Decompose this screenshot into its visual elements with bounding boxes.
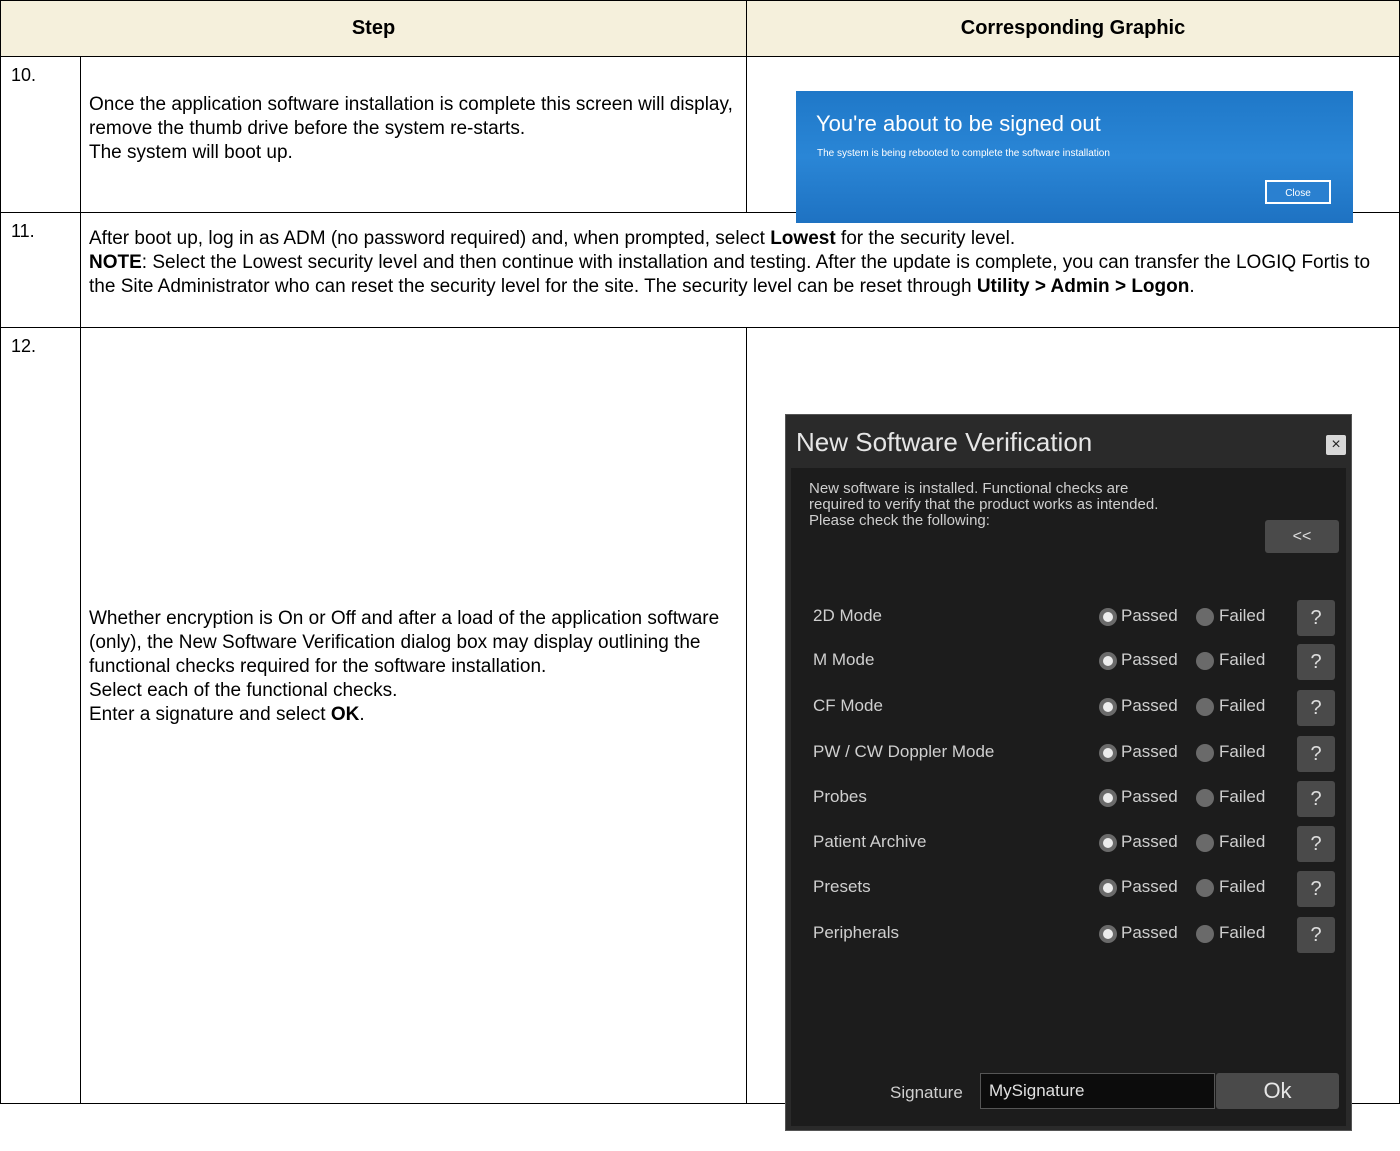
check-label: Probes — [813, 787, 867, 806]
step-text: Once the application software installati… — [89, 94, 733, 139]
passed-radio[interactable] — [1099, 744, 1117, 762]
passed-radio[interactable] — [1099, 789, 1117, 807]
check-label: 2D Mode — [813, 606, 882, 625]
check-label: M Mode — [813, 650, 875, 669]
failed-label: Failed — [1219, 696, 1266, 715]
close-icon[interactable]: × — [1326, 435, 1346, 455]
passed-radio[interactable] — [1099, 834, 1117, 852]
dialog-intro: New software is installed. Functional ch… — [809, 480, 1159, 529]
help-button[interactable]: ? — [1297, 917, 1335, 953]
passed-radio[interactable] — [1099, 608, 1117, 626]
check-label: Presets — [813, 877, 871, 896]
check-row: Probes Passed Failed? — [791, 781, 1346, 817]
failed-label: Failed — [1219, 606, 1266, 625]
table-row: 11. After boot up, log in as ADM (no pas… — [0, 212, 1400, 328]
help-button[interactable]: ? — [1297, 690, 1335, 726]
step-text-cell: After boot up, log in as ADM (no passwor… — [80, 212, 1400, 328]
failed-label: Failed — [1219, 923, 1266, 942]
passed-label: Passed — [1121, 742, 1178, 761]
help-button[interactable]: ? — [1297, 871, 1335, 907]
step-text: Enter a signature and select OK. — [89, 704, 365, 725]
check-row: PW / CW Doppler Mode Passed Failed? — [791, 736, 1346, 772]
signout-title: You're about to be signed out — [816, 111, 1101, 136]
check-label: Peripherals — [813, 923, 899, 942]
step-text: After boot up, log in as ADM (no passwor… — [89, 228, 1016, 249]
graphic-column-header: Corresponding Graphic — [746, 0, 1400, 57]
failed-label: Failed — [1219, 787, 1266, 806]
failed-radio[interactable] — [1196, 879, 1214, 897]
failed-radio[interactable] — [1196, 925, 1214, 943]
step-number: 11. — [0, 212, 81, 328]
failed-label: Failed — [1219, 742, 1266, 761]
dialog-body: New software is installed. Functional ch… — [791, 468, 1346, 1126]
step-number: 10. — [0, 56, 81, 213]
signature-input[interactable] — [980, 1073, 1215, 1109]
check-row: 2D Mode Passed Failed? — [791, 600, 1346, 636]
step-text-cell: Once the application software installati… — [80, 56, 747, 213]
help-button[interactable]: ? — [1297, 736, 1335, 772]
failed-radio[interactable] — [1196, 652, 1214, 670]
passed-label: Passed — [1121, 787, 1178, 806]
signature-label: Signature — [890, 1083, 963, 1102]
passed-label: Passed — [1121, 650, 1178, 669]
passed-radio[interactable] — [1099, 698, 1117, 716]
verification-dialog: New Software Verification × New software… — [785, 414, 1352, 1131]
table-header-row: Step Corresponding Graphic — [0, 0, 1400, 57]
passed-label: Passed — [1121, 923, 1178, 942]
signout-subtitle: The system is being rebooted to complete… — [817, 148, 1110, 159]
signed-out-screenshot: You're about to be signed out The system… — [796, 91, 1353, 223]
help-button[interactable]: ? — [1297, 600, 1335, 636]
failed-label: Failed — [1219, 877, 1266, 896]
help-button[interactable]: ? — [1297, 826, 1335, 862]
check-label: Patient Archive — [813, 832, 927, 851]
failed-radio[interactable] — [1196, 698, 1214, 716]
step-text: Whether encryption is On or Off and afte… — [89, 608, 720, 677]
check-row: Patient Archive Passed Failed? — [791, 826, 1346, 862]
failed-radio[interactable] — [1196, 789, 1214, 807]
help-button[interactable]: ? — [1297, 644, 1335, 680]
check-row: M Mode Passed Failed? — [791, 644, 1346, 680]
passed-label: Passed — [1121, 832, 1178, 851]
passed-radio[interactable] — [1099, 925, 1117, 943]
collapse-button[interactable]: << — [1265, 520, 1339, 553]
failed-radio[interactable] — [1196, 608, 1214, 626]
failed-label: Failed — [1219, 650, 1266, 669]
note-text: NOTE: Select the Lowest security level a… — [89, 252, 1371, 297]
close-button[interactable]: Close — [1265, 180, 1331, 204]
check-label: CF Mode — [813, 696, 883, 715]
help-button[interactable]: ? — [1297, 781, 1335, 817]
passed-radio[interactable] — [1099, 879, 1117, 897]
check-row: Presets Passed Failed? — [791, 871, 1346, 907]
check-label: PW / CW Doppler Mode — [813, 742, 995, 761]
step-text-cell: Whether encryption is On or Off and afte… — [80, 327, 747, 1104]
check-row: Peripherals Passed Failed? — [791, 917, 1346, 953]
step-text: Select each of the functional checks. — [89, 680, 398, 701]
step-number: 12. — [0, 327, 81, 1104]
passed-label: Passed — [1121, 606, 1178, 625]
step-column-header: Step — [0, 0, 747, 57]
passed-label: Passed — [1121, 877, 1178, 896]
failed-label: Failed — [1219, 832, 1266, 851]
failed-radio[interactable] — [1196, 834, 1214, 852]
dialog-title: New Software Verification — [796, 427, 1093, 457]
step-text: The system will boot up. — [89, 142, 293, 163]
check-row: CF Mode Passed Failed? — [791, 690, 1346, 726]
ok-button[interactable]: Ok — [1216, 1073, 1339, 1109]
passed-label: Passed — [1121, 696, 1178, 715]
failed-radio[interactable] — [1196, 744, 1214, 762]
passed-radio[interactable] — [1099, 652, 1117, 670]
